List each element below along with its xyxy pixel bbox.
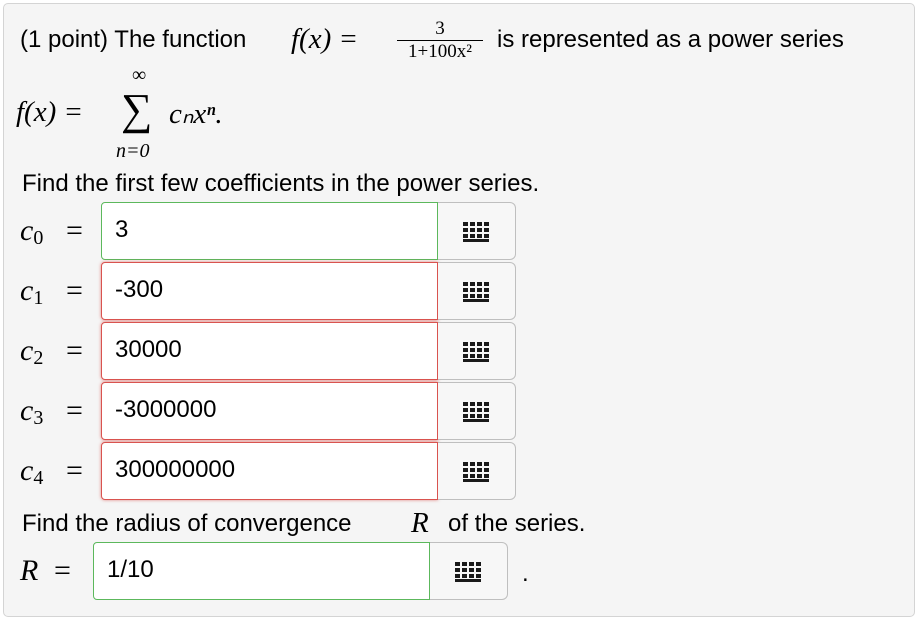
equals-sign: =: [54, 554, 71, 587]
keypad-button[interactable]: [438, 442, 516, 500]
fraction-denominator: 1+100x²: [408, 41, 472, 62]
keypad-icon: [455, 562, 481, 582]
series-lhs: f(x) =: [16, 96, 84, 128]
keypad-button[interactable]: [438, 262, 516, 320]
equals-sign: =: [66, 214, 83, 247]
coefficient-c3-input[interactable]: -3000000: [101, 382, 438, 440]
equals-sign: =: [66, 334, 83, 367]
coefficient-label: c2: [20, 334, 44, 369]
series-term: cₙxⁿ.: [169, 98, 223, 130]
keypad-icon: [463, 342, 489, 362]
equals-sign: =: [66, 274, 83, 307]
coefficient-c1-input[interactable]: -300: [101, 262, 438, 320]
keypad-button[interactable]: [438, 322, 516, 380]
keypad-icon: [463, 282, 489, 302]
keypad-button[interactable]: [438, 382, 516, 440]
coefficient-label: c4: [20, 454, 44, 489]
keypad-button[interactable]: [438, 202, 516, 260]
keypad-icon: [463, 222, 489, 242]
equals-sign: =: [66, 454, 83, 487]
keypad-button[interactable]: [430, 542, 508, 600]
sum-lower-limit: n=0: [116, 140, 150, 162]
coefficients-instruction: Find the first few coefficients in the p…: [22, 170, 540, 197]
problem-intro: (1 point) The function: [20, 26, 247, 53]
problem-intro-suffix: is represented as a power series: [497, 26, 844, 53]
radius-variable: R: [411, 507, 429, 539]
keypad-icon: [463, 462, 489, 482]
radius-period: .: [522, 560, 529, 587]
function-lhs: f(x) =: [291, 23, 359, 55]
coefficient-c2-input[interactable]: 30000: [101, 322, 438, 380]
equals-sign: =: [66, 394, 83, 427]
function-fraction: 3 1+100x²: [396, 18, 484, 63]
problem-panel: (1 point) The function f(x) = 3 1+100x² …: [3, 3, 915, 617]
keypad-icon: [463, 402, 489, 422]
radius-instruction-text: Find the radius of convergence: [22, 510, 352, 537]
sum-upper-limit: ∞: [132, 64, 147, 86]
radius-label: R: [20, 554, 39, 587]
coefficient-c0-input[interactable]: 3: [101, 202, 438, 260]
coefficient-label: c3: [20, 394, 44, 429]
fraction-numerator: 3: [435, 18, 445, 39]
coefficient-label: c0: [20, 214, 44, 249]
summation-symbol: ∑: [121, 85, 153, 134]
coefficient-label: c1: [20, 274, 44, 309]
coefficient-c4-input[interactable]: 300000000: [101, 442, 438, 500]
radius-instruction-suffix: of the series.: [448, 510, 586, 537]
radius-input[interactable]: 1/10: [93, 542, 430, 600]
